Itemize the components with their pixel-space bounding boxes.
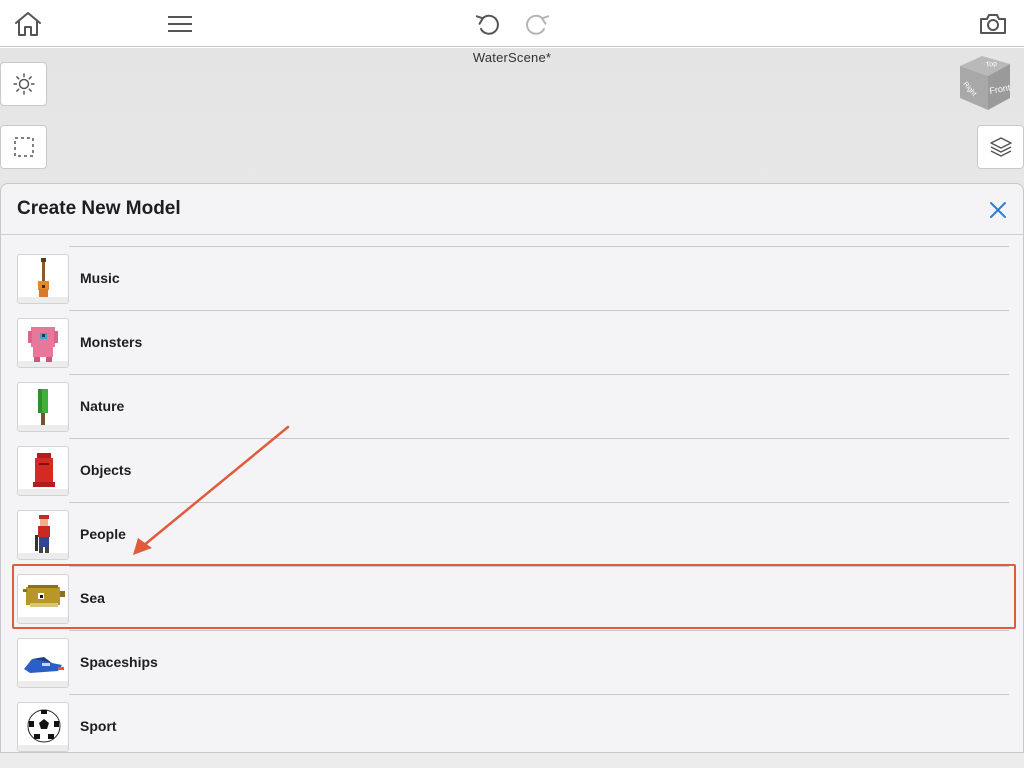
list-item-objects[interactable]: Objects — [1, 439, 1023, 502]
list-item-music[interactable]: Music — [1, 247, 1023, 310]
soccer-ball-icon — [17, 702, 69, 752]
top-toolbar — [0, 0, 1024, 47]
list-item-nature[interactable]: Nature — [1, 375, 1023, 438]
scene-title: WaterScene* — [472, 50, 552, 65]
select-button[interactable] — [0, 125, 47, 169]
list-item-monsters[interactable]: Monsters — [1, 311, 1023, 374]
tree-icon — [17, 382, 69, 432]
list-item-label: Monsters — [80, 334, 143, 350]
undo-button[interactable] — [471, 6, 507, 42]
monster-icon — [17, 318, 69, 368]
list-item-sea[interactable]: Sea — [1, 567, 1023, 630]
home-icon — [15, 12, 41, 36]
create-new-model-panel: Create New Model Music Monsters Nature O… — [0, 183, 1024, 753]
home-button[interactable] — [10, 6, 46, 42]
close-button[interactable] — [986, 198, 1010, 222]
ukulele-icon — [17, 254, 69, 304]
hamburger-menu-icon — [168, 16, 192, 32]
list-item-spaceships[interactable]: Spaceships — [1, 631, 1023, 694]
camera-icon — [980, 14, 1006, 34]
list-item-people[interactable]: People — [1, 503, 1023, 566]
pufferfish-icon — [17, 574, 69, 624]
list-item-label: People — [80, 526, 126, 542]
spaceship-icon — [17, 638, 69, 688]
view-cube[interactable]: Top Right Front — [956, 52, 1014, 114]
list-item-label: Objects — [80, 462, 132, 478]
list-item-sport[interactable]: Sport — [1, 695, 1023, 752]
menu-button[interactable] — [162, 6, 198, 42]
list-item-label: Sea — [80, 590, 105, 606]
selection-box-icon — [13, 137, 34, 157]
camera-button[interactable] — [975, 6, 1011, 42]
layers-icon — [989, 137, 1012, 157]
list-item-label: Music — [80, 270, 120, 286]
person-icon — [17, 510, 69, 560]
postbox-icon — [17, 446, 69, 496]
list-item-label: Spaceships — [80, 654, 158, 670]
list-item-label: Nature — [80, 398, 125, 414]
sun-icon — [12, 73, 35, 95]
lighting-button[interactable] — [0, 62, 47, 106]
list-item-label: Sport — [80, 718, 117, 734]
panel-header: Create New Model — [1, 184, 1023, 235]
redo-button[interactable] — [518, 6, 554, 42]
layers-button[interactable] — [977, 125, 1024, 169]
undo-icon — [475, 14, 499, 35]
redo-icon — [526, 14, 550, 35]
panel-title: Create New Model — [17, 198, 181, 219]
close-icon — [990, 202, 1006, 218]
